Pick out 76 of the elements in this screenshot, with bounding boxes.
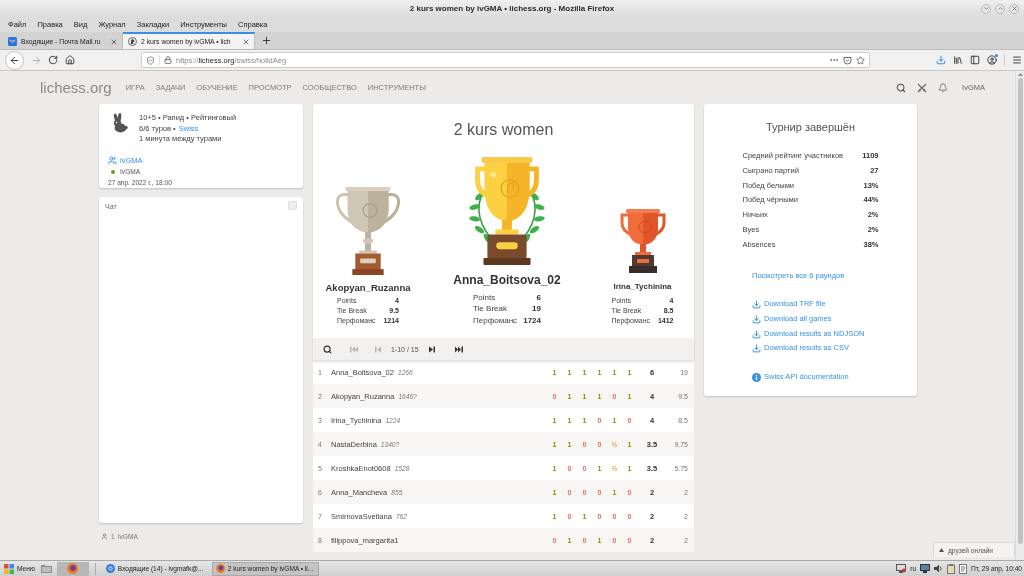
sidebar-button[interactable] [968,53,982,67]
back-arrow-icon [9,54,20,66]
speaker-icon [934,564,944,573]
stat-value: 19 [531,303,541,315]
chat-toggle-checkbox[interactable] [288,201,297,210]
search-icon[interactable] [896,82,907,93]
notification-dot [995,54,998,57]
browser-icon [105,564,115,573]
close-icon [241,37,250,46]
stat-label: Перфоманс [473,314,518,326]
chevron-up-icon [996,5,1004,12]
menu-button[interactable] [1010,53,1024,67]
stat-label: Tie Break [473,303,508,315]
step-forward-icon [427,345,436,353]
forward-arrow-icon [30,54,42,66]
player-name[interactable]: Akopyan_Ruzanna [325,282,411,293]
close-icon [1010,5,1018,12]
app-grid-icon [4,563,14,574]
search-icon [323,344,332,354]
scroll-up-arrow-icon [1017,73,1023,76]
users-icon [108,156,117,165]
tab-close-button[interactable] [109,37,118,46]
sidebar-icon [970,55,980,65]
crossed-swords-icon[interactable] [917,82,928,93]
home-button[interactable] [63,53,77,67]
tab-close-button[interactable] [241,37,250,46]
download-icon [752,329,761,339]
monitor-icon [920,564,931,573]
monitor-alert-icon [896,564,907,573]
scrollbar[interactable] [1015,71,1024,560]
lock-icon [164,56,172,64]
folder-icon [41,564,53,573]
close-button[interactable] [1009,3,1019,14]
chevron-down-icon [982,5,990,12]
home-icon [65,55,75,65]
mail-icon [8,37,17,46]
bookmark-star-icon [856,55,865,65]
person-icon [101,533,108,540]
skip-to-start-icon [350,345,358,353]
summary-title: Турнир завершён [764,120,857,134]
browser-icon [215,564,225,573]
player-name[interactable]: Irina_Tychinina [613,282,672,292]
document-icon [959,563,968,574]
download-icon [752,344,761,354]
knight-icon [128,37,137,46]
skip-to-end-icon [454,345,463,353]
plus-icon [260,35,272,46]
stat-label: Points [473,291,497,303]
download-icon [752,314,761,324]
reload-button[interactable] [46,53,60,67]
back-button[interactable] [5,50,24,70]
clipboard-icon [947,563,956,574]
menu-icon [1012,55,1022,65]
window-title: 2 kurs women by ivGMA • lichess.org - Mozilla Firefox [409,4,615,13]
download-icon [752,300,761,310]
library-icon [953,55,963,65]
step-back-icon [374,345,382,353]
account-button[interactable] [985,53,999,67]
player-name[interactable]: Anna_Boitsova_02 [453,271,561,288]
triangle-up-icon [939,548,944,552]
reload-icon [48,55,58,65]
library-button[interactable] [951,53,965,67]
tournament-title: 2 kurs women [452,121,555,139]
site-logo[interactable]: lichess.org [40,79,112,96]
info-icon [752,372,761,382]
pocket-icon [843,55,852,65]
shield-icon [146,55,155,65]
account-icon [987,55,997,65]
browser-launcher[interactable] [56,561,89,576]
close-icon [109,37,118,46]
stat-value: 6 [535,291,541,303]
bell-icon[interactable] [938,82,949,93]
scrollbar-thumb[interactable] [1017,78,1023,544]
download-icon [936,55,946,65]
stat-value: 1724 [523,314,541,326]
browser-icon [67,563,79,574]
